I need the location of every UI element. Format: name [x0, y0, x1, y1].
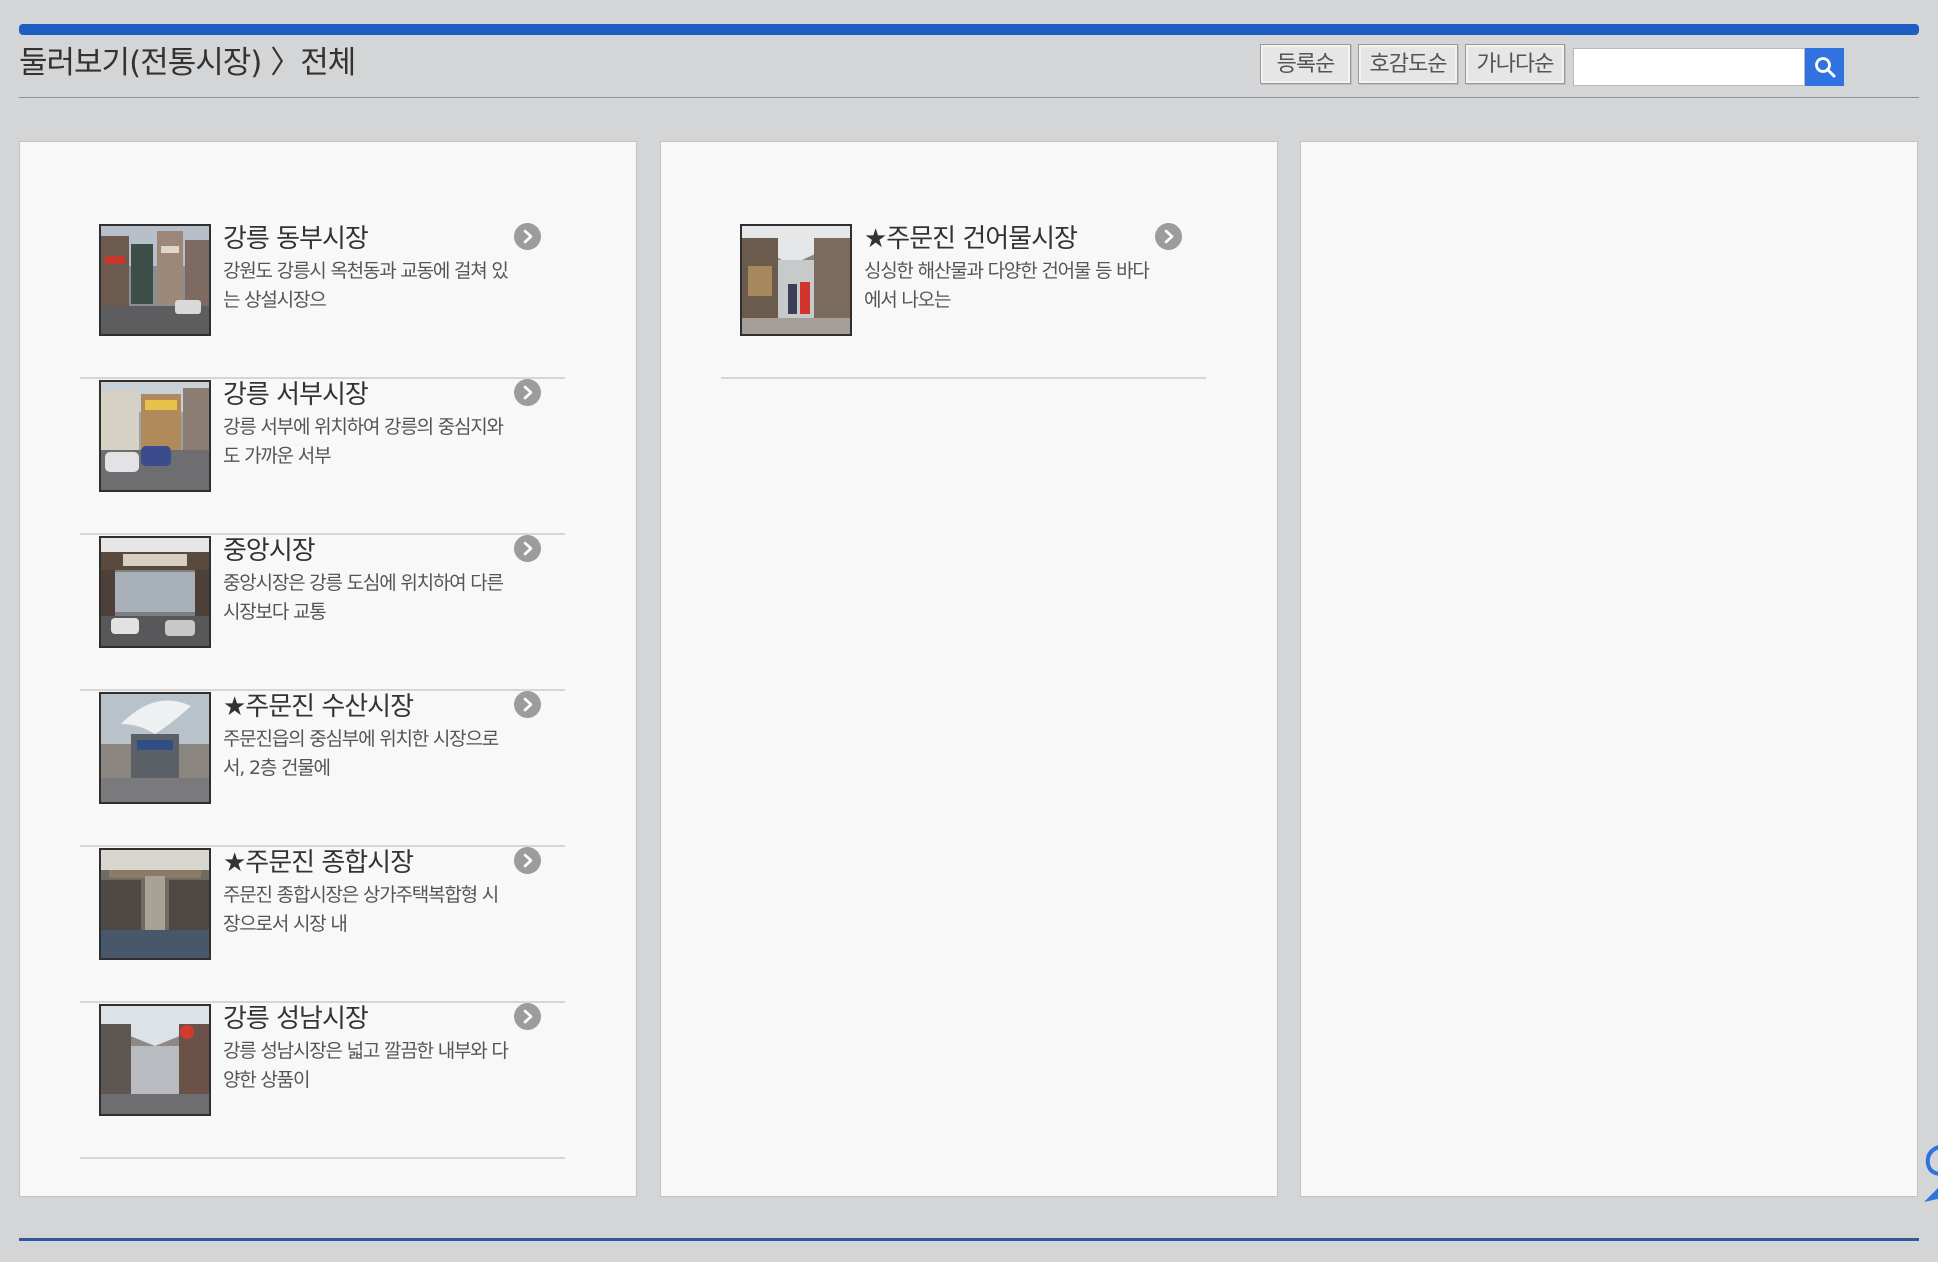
item-description: 싱싱한 해산물과 다양한 건어물 등 바다에서 나오는 — [864, 260, 1150, 311]
top-accent-bar — [19, 24, 1919, 35]
page-title: 둘러보기(전통시장) 〉전체 — [19, 45, 356, 81]
chevron-right-icon[interactable] — [514, 847, 541, 874]
sort-by-registration-button[interactable]: 등록순 — [1260, 44, 1351, 84]
market-thumbnail[interactable] — [99, 536, 211, 648]
market-thumbnail[interactable] — [99, 1004, 211, 1116]
list-item[interactable]: 강릉 서부시장 강릉 서부에 위치하여 강릉의 중심지와도 가까운 서부 — [80, 379, 565, 535]
item-title[interactable]: ★주문진 수산시장 — [223, 691, 414, 723]
market-thumbnail[interactable] — [99, 380, 211, 492]
header-divider — [19, 97, 1919, 98]
chevron-right-icon[interactable] — [1155, 223, 1182, 250]
scroll-to-top-icon[interactable] — [1918, 1140, 1938, 1220]
list-item[interactable]: 중앙시장 중앙시장은 강릉 도심에 위치하여 다른 시장보다 교통 — [80, 535, 565, 691]
item-description: 강릉 서부에 위치하여 강릉의 중심지와도 가까운 서부 — [223, 416, 504, 467]
market-thumbnail[interactable] — [99, 848, 211, 960]
list-column-1: 강릉 동부시장 강원도 강릉시 옥천동과 교동에 걸쳐 있는 상설시장으 강릉 … — [19, 141, 637, 1197]
item-description: 강릉 성남시장은 넓고 깔끔한 내부와 다양한 상품이 — [223, 1040, 509, 1091]
item-title[interactable]: 중앙시장 — [223, 535, 316, 567]
item-description: 강원도 강릉시 옥천동과 교동에 걸쳐 있는 상설시장으 — [223, 260, 509, 311]
chevron-right-icon[interactable] — [514, 691, 541, 718]
list-item[interactable]: ★주문진 종합시장 주문진 종합시장은 상가주택복합형 시장으로서 시장 내 — [80, 847, 565, 1003]
item-description: 주문진 종합시장은 상가주택복합형 시장으로서 시장 내 — [223, 884, 499, 935]
chevron-right-icon[interactable] — [514, 379, 541, 406]
market-thumbnail[interactable] — [99, 692, 211, 804]
list-column-3 — [1300, 141, 1918, 1197]
list-item[interactable]: ★주문진 건어물시장 싱싱한 해산물과 다양한 건어물 등 바다에서 나오는 — [721, 223, 1206, 379]
item-description: 중앙시장은 강릉 도심에 위치하여 다른 시장보다 교통 — [223, 572, 504, 623]
chevron-right-icon[interactable] — [514, 1003, 541, 1030]
sort-by-popularity-button[interactable]: 호감도순 — [1358, 44, 1458, 84]
market-thumbnail[interactable] — [99, 224, 211, 336]
sort-alphabetical-button[interactable]: 가나다순 — [1465, 44, 1565, 84]
footer-divider — [19, 1238, 1919, 1241]
item-description: 주문진읍의 중심부에 위치한 시장으로서, 2층 건물에 — [223, 728, 499, 779]
chevron-right-icon[interactable] — [514, 223, 541, 250]
chevron-right-icon[interactable] — [514, 535, 541, 562]
list-item[interactable]: 강릉 성남시장 강릉 성남시장은 넓고 깔끔한 내부와 다양한 상품이 — [80, 1003, 565, 1159]
list-item[interactable]: 강릉 동부시장 강원도 강릉시 옥천동과 교동에 걸쳐 있는 상설시장으 — [80, 223, 565, 379]
list-item[interactable]: ★주문진 수산시장 주문진읍의 중심부에 위치한 시장으로서, 2층 건물에 — [80, 691, 565, 847]
item-title[interactable]: ★주문진 종합시장 — [223, 847, 414, 879]
search-button[interactable] — [1805, 48, 1844, 86]
list-column-2: ★주문진 건어물시장 싱싱한 해산물과 다양한 건어물 등 바다에서 나오는 — [660, 141, 1278, 1197]
item-title[interactable]: ★주문진 건어물시장 — [864, 223, 1078, 255]
search-icon — [1815, 57, 1836, 78]
item-title[interactable]: 강릉 서부시장 — [223, 379, 369, 411]
market-thumbnail[interactable] — [740, 224, 852, 336]
search-input[interactable] — [1573, 48, 1805, 86]
item-title[interactable]: 강릉 성남시장 — [223, 1003, 369, 1035]
item-title[interactable]: 강릉 동부시장 — [223, 223, 369, 255]
